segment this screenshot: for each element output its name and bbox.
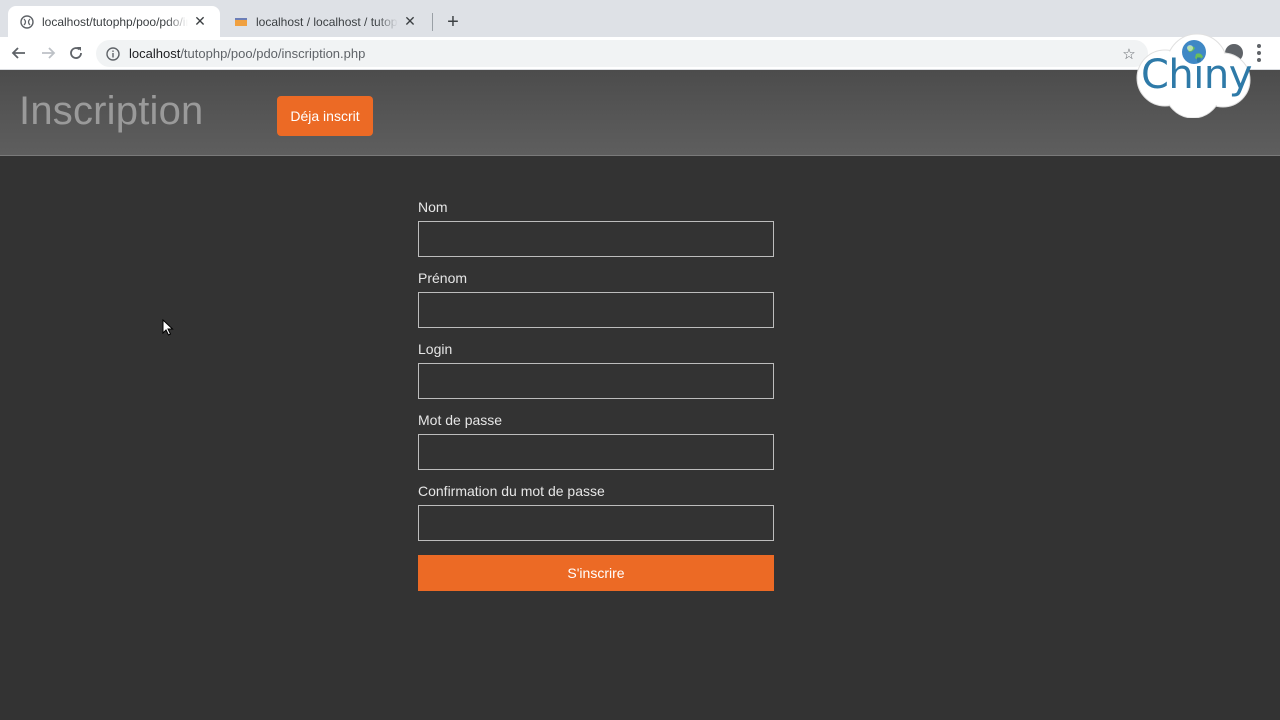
page-title: Inscription (19, 89, 204, 133)
password-confirm-input[interactable] (418, 505, 774, 541)
field-password: Mot de passe (418, 412, 774, 483)
registration-form: Nom Prénom Login Mot de passe Confirmati… (418, 199, 774, 591)
back-button[interactable] (8, 42, 30, 64)
close-icon[interactable]: ✕ (402, 13, 418, 30)
field-login: Login (418, 341, 774, 412)
tab-separator (432, 13, 433, 31)
tab-title: localhost / localhost / tutophp (256, 14, 398, 29)
submit-button[interactable]: S'inscrire (418, 555, 774, 591)
field-label: Login (418, 341, 453, 357)
url-text: localhost/tutophp/poo/pdo/inscription.ph… (129, 46, 365, 61)
nom-input[interactable] (418, 221, 774, 257)
already-registered-button[interactable]: Déja inscrit (277, 96, 373, 136)
reload-icon (70, 47, 82, 59)
browser-toolbar: localhost/tutophp/poo/pdo/inscription.ph… (0, 37, 1280, 70)
prenom-input[interactable] (418, 292, 774, 328)
arrow-right-icon (42, 47, 56, 59)
field-label: Mot de passe (418, 412, 503, 428)
page-header: Inscription Déja inscrit (0, 70, 1280, 156)
field-nom: Nom (418, 199, 774, 270)
field-password-confirm: Confirmation du mot de passe (418, 483, 774, 554)
forward-button[interactable] (37, 42, 59, 64)
field-prenom: Prénom (418, 270, 774, 341)
field-label: Nom (418, 199, 448, 215)
url-host: localhost (129, 46, 181, 61)
url-path: /tutophp/poo/pdo/inscription.php (180, 46, 366, 61)
tab-phpmyadmin[interactable]: localhost / localhost / tutophp ✕ (222, 6, 430, 37)
browser-tab-bar: localhost/tutophp/poo/pdo/inscription.ph… (0, 0, 1280, 37)
menu-icon[interactable] (1256, 44, 1262, 62)
new-tab-button[interactable]: + (442, 11, 464, 33)
address-bar[interactable]: localhost/tutophp/poo/pdo/inscription.ph… (96, 40, 1148, 67)
tab-title: localhost/tutophp/poo/pdo/inscription.ph… (42, 14, 188, 29)
field-label: Prénom (418, 270, 468, 286)
mouse-cursor-icon (162, 319, 174, 336)
reload-button[interactable] (65, 42, 87, 64)
globe-icon (20, 14, 34, 29)
arrow-left-icon (11, 47, 25, 59)
tab-inscription[interactable]: localhost/tutophp/poo/pdo/inscription.ph… (8, 6, 220, 37)
password-input[interactable] (418, 434, 774, 470)
close-icon[interactable]: ✕ (192, 13, 208, 30)
info-icon[interactable] (106, 46, 120, 61)
logo-text: Chiny (1141, 52, 1252, 98)
phpmyadmin-icon (234, 15, 248, 29)
login-input[interactable] (418, 363, 774, 399)
field-label: Confirmation du mot de passe (418, 483, 605, 499)
